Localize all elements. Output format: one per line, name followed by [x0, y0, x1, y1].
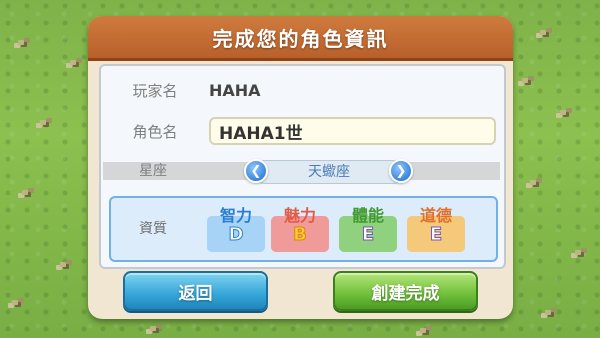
stat-physique: 體能 E	[339, 204, 397, 252]
village-building	[575, 250, 581, 255]
village-building	[40, 120, 46, 125]
back-button[interactable]: 返回	[123, 271, 268, 311]
village-building	[150, 326, 156, 331]
village-building	[18, 40, 24, 45]
stat-grade: D	[228, 224, 244, 246]
stat-grade: B	[293, 224, 308, 246]
stat-intelligence: 智力 D	[207, 204, 265, 252]
stat-name: 體能	[351, 206, 384, 225]
zodiac-next-button[interactable]: ❯	[389, 159, 413, 183]
aptitude-label: 資質	[139, 221, 167, 237]
stat-name: 魅力	[283, 206, 316, 225]
player-name-value: HAHA	[209, 80, 261, 100]
aptitude-panel: 資質 智力 D 魅力 B 體能 E 道德 E	[109, 196, 498, 262]
player-name-label: 玩家名	[132, 81, 178, 100]
village-building	[70, 60, 76, 65]
character-name-label: 角色名	[132, 122, 178, 141]
village-building	[420, 328, 426, 333]
zodiac-value: 天蠍座	[253, 160, 405, 184]
village-building	[540, 30, 546, 35]
stat-grade: E	[361, 224, 375, 246]
stat-charisma: 魅力 B	[271, 204, 329, 252]
create-complete-button[interactable]: 創建完成	[333, 271, 478, 311]
village-building	[530, 180, 536, 185]
stat-grade: E	[429, 224, 443, 246]
game-scene: 完成您的角色資訊 玩家名 HAHA 角色名 星座 天蠍座 ❮ ❯	[0, 0, 600, 338]
village-building	[22, 190, 28, 195]
zodiac-prev-button[interactable]: ❮	[244, 159, 268, 183]
village-building	[60, 262, 66, 267]
character-name-input[interactable]	[209, 117, 496, 145]
stat-morality: 道德 E	[407, 204, 465, 252]
zodiac-selector: 星座 天蠍座 ❮ ❯	[103, 159, 500, 184]
player-name-row: 玩家名 HAHA	[101, 76, 504, 104]
village-building	[522, 78, 528, 83]
create-complete-button-label: 創建完成	[371, 283, 440, 304]
village-building	[560, 110, 566, 115]
dialog-header: 完成您的角色資訊	[88, 16, 513, 61]
stat-name: 道德	[419, 206, 452, 225]
zodiac-label: 星座	[139, 163, 167, 179]
village-building	[545, 310, 551, 315]
back-button-label: 返回	[178, 283, 213, 304]
dialog-title: 完成您的角色資訊	[212, 26, 389, 51]
stat-name: 智力	[219, 206, 252, 225]
character-name-row: 角色名	[101, 116, 504, 146]
chevron-left-icon: ❮	[250, 163, 262, 179]
village-building	[12, 300, 18, 305]
character-info-dialog: 完成您的角色資訊 玩家名 HAHA 角色名 星座 天蠍座 ❮ ❯	[88, 16, 513, 319]
chevron-right-icon: ❯	[395, 163, 407, 179]
character-form: 玩家名 HAHA 角色名 星座 天蠍座 ❮ ❯ 資質	[99, 64, 506, 269]
